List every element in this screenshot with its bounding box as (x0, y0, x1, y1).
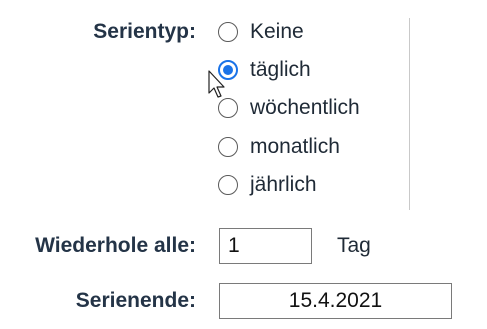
radio-button[interactable] (218, 98, 238, 118)
radio-button[interactable] (218, 137, 238, 157)
radio-button[interactable] (218, 22, 238, 42)
radio-label: jährlich (250, 173, 317, 196)
mouse-pointer-icon (208, 70, 225, 98)
radio-label: wöchentlich (250, 96, 360, 119)
radio-option-taeglich[interactable]: täglich (218, 57, 311, 83)
radio-option-keine[interactable]: Keine (218, 19, 304, 45)
radio-option-woechentlich[interactable]: wöchentlich (218, 95, 360, 121)
series-end-date-input[interactable] (219, 283, 452, 319)
radio-label: täglich (250, 58, 311, 81)
radio-button[interactable] (218, 175, 238, 195)
vertical-divider (409, 18, 410, 210)
repeat-interval-input[interactable] (219, 228, 312, 264)
radio-option-monatlich[interactable]: monatlich (218, 134, 340, 160)
recurrence-type-label: Serientyp: (93, 20, 196, 43)
repeat-unit-label: Tag (337, 234, 371, 257)
radio-label: monatlich (250, 135, 340, 158)
radio-label: Keine (250, 20, 304, 43)
radio-option-jaehrlich[interactable]: jährlich (218, 172, 317, 198)
repeat-interval-label: Wiederhole alle: (35, 234, 196, 257)
series-end-label: Serienende: (75, 289, 196, 312)
